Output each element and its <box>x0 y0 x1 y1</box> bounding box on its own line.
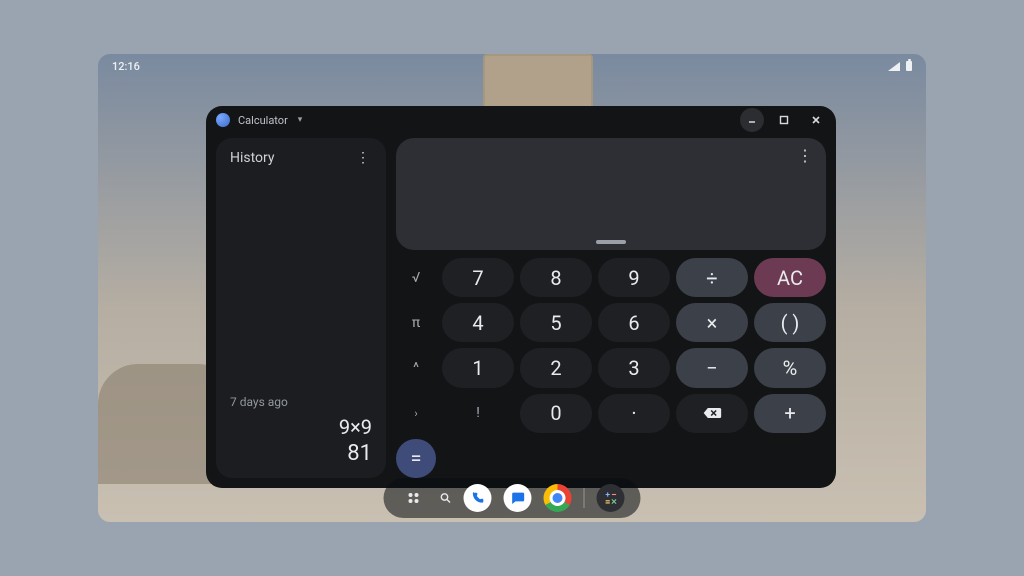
key-multiply[interactable]: × <box>676 303 748 342</box>
window-titlebar[interactable]: Calculator ▾ <box>206 106 836 134</box>
key-divide[interactable]: ÷ <box>676 258 748 297</box>
maximize-button[interactable] <box>772 108 796 132</box>
key-subtract[interactable]: − <box>676 348 748 387</box>
sqrt-key[interactable]: √ <box>396 258 436 297</box>
key-8[interactable]: 8 <box>520 258 592 297</box>
key-dot[interactable]: · <box>598 394 670 433</box>
power-key[interactable]: ^ <box>396 348 436 387</box>
taskbar <box>384 478 641 518</box>
history-panel: History ⋮ 7 days ago 9×9 81 <box>216 138 386 478</box>
messages-icon <box>510 490 526 506</box>
chevron-down-icon[interactable]: ▾ <box>298 115 303 125</box>
status-bar: 12:16 <box>98 54 926 78</box>
status-clock: 12:16 <box>112 60 140 73</box>
keypad: √ 7 8 9 ÷ AC π 4 5 6 × ( ) ^ <box>396 258 826 478</box>
history-title: History <box>230 150 275 166</box>
phone-icon <box>471 491 485 505</box>
key-1[interactable]: 1 <box>442 348 514 387</box>
key-add[interactable]: + <box>754 394 826 433</box>
key-backspace[interactable] <box>676 394 748 433</box>
display-menu-icon[interactable]: ⋮ <box>797 146 814 165</box>
key-percent[interactable]: % <box>754 348 826 387</box>
key-parentheses[interactable]: ( ) <box>754 303 826 342</box>
calculator-app[interactable] <box>597 484 625 512</box>
key-3[interactable]: 3 <box>598 348 670 387</box>
battery-icon <box>906 61 912 71</box>
android-desktop: 12:16 Calculator ▾ <box>98 54 926 522</box>
phone-app[interactable] <box>464 484 492 512</box>
key-7[interactable]: 7 <box>442 258 514 297</box>
signal-icon <box>888 62 900 71</box>
minimize-button[interactable] <box>740 108 764 132</box>
taskbar-search[interactable] <box>440 492 452 504</box>
history-entry-result[interactable]: 81 <box>230 441 372 466</box>
sci-more-key[interactable]: › <box>396 394 436 433</box>
chrome-app[interactable] <box>544 484 572 512</box>
key-equals[interactable]: = <box>396 439 436 478</box>
key-4[interactable]: 4 <box>442 303 514 342</box>
key-0[interactable]: 0 <box>520 394 592 433</box>
close-button[interactable] <box>804 108 828 132</box>
app-icon <box>216 113 230 127</box>
calc-display[interactable]: ⋮ <box>396 138 826 250</box>
messages-app[interactable] <box>504 484 532 512</box>
calculator-window: Calculator ▾ History ⋮ <box>206 106 836 488</box>
backspace-icon <box>702 406 722 420</box>
launcher-button[interactable] <box>400 484 428 512</box>
history-entry-label: 7 days ago <box>230 395 372 409</box>
key-5[interactable]: 5 <box>520 303 592 342</box>
key-2[interactable]: 2 <box>520 348 592 387</box>
search-icon <box>440 492 452 504</box>
history-entry-expression[interactable]: 9×9 <box>230 415 372 439</box>
key-ac[interactable]: AC <box>754 258 826 297</box>
factorial-key[interactable]: ! <box>442 394 514 433</box>
window-title: Calculator <box>238 114 288 127</box>
taskbar-separator <box>584 488 585 508</box>
key-9[interactable]: 9 <box>598 258 670 297</box>
calculator-icon <box>604 491 618 505</box>
history-menu-icon[interactable]: ⋮ <box>356 150 372 166</box>
key-6[interactable]: 6 <box>598 303 670 342</box>
pi-key[interactable]: π <box>396 303 436 342</box>
drag-handle-icon[interactable] <box>596 240 626 244</box>
